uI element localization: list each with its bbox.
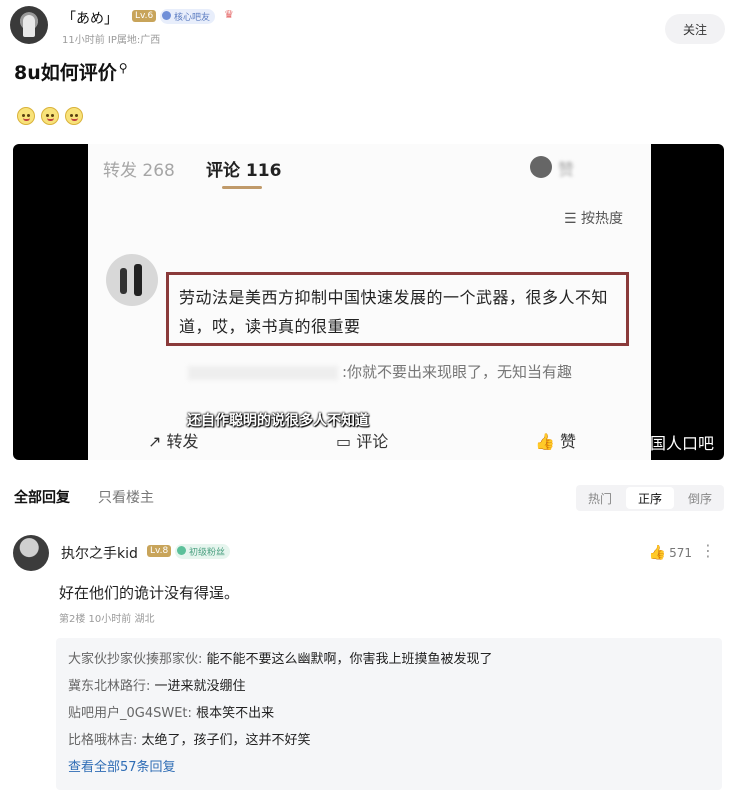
emoji-row [17, 107, 83, 125]
sub-replies[interactable]: 大家伙抄家伙揍那家伙: 能不能不要这么幽默啊，你害我上班摸鱼被发现了 冀东北林路… [56, 638, 722, 790]
blurred-username: 赞 [558, 160, 575, 179]
post-meta: 11小时前 IP属地:广西 [62, 35, 161, 46]
sub-reply: 比格哦林吉: 太绝了，孩子们，这并不好笑 [68, 733, 311, 748]
highlighted-comment: 劳动法是美西方抑制中国快速发展的一个武器，很多人不知道，哎，读书真的很重要 [166, 272, 629, 346]
level-badge: Lv.6 [132, 10, 157, 22]
badge-icon [162, 11, 171, 20]
comment-action: ▭ 评论 [336, 432, 389, 451]
video-frame: 转发 268 评论 116 赞 ☰ 按热度 劳动法是美西方抑制中国快速发展的一个… [88, 144, 651, 460]
video-subtitle: 还自作聪明的说很多人不知道 [187, 413, 369, 429]
floor-meta: 第2楼 10小时前 湖北 [59, 614, 155, 625]
crown-icon: ♛ [224, 8, 234, 21]
sort-hot-tab[interactable]: 热门 [576, 485, 624, 511]
tab-indicator [222, 186, 262, 189]
search-icon[interactable]: ⚲ [119, 61, 128, 75]
like-action: 👍 赞 [535, 432, 577, 451]
all-replies-tab[interactable]: 全部回复 [14, 487, 70, 507]
floor-author-name[interactable]: 执尔之手kid [61, 543, 138, 563]
sort-tabs: 热门 正序 倒序 [576, 485, 724, 511]
sub-reply: 贴吧用户_0G4SWEt: 根本笑不出来 [68, 706, 275, 721]
watermark: 国人口吧 [649, 434, 714, 453]
video-player[interactable]: 转发 268 评论 116 赞 ☰ 按热度 劳动法是美西方抑制中国快速发展的一个… [13, 144, 724, 460]
tab-forward: 转发 268 [103, 161, 175, 181]
commenter-avatar [106, 254, 158, 306]
sort-icon: ☰ [564, 211, 582, 227]
badge-icon [177, 546, 186, 555]
author-name[interactable]: 「あめ」 [62, 8, 118, 28]
author-avatar[interactable] [10, 6, 48, 44]
mini-avatar [530, 156, 552, 178]
sort-desc-tab[interactable]: 倒序 [676, 485, 724, 511]
laugh-emoji-icon [65, 107, 83, 125]
fan-badge: 初级粉丝 [175, 544, 231, 559]
sort-asc-tab[interactable]: 正序 [626, 487, 674, 509]
more-options-icon[interactable]: ⋮ [700, 541, 716, 560]
op-only-tab[interactable]: 只看楼主 [98, 487, 154, 507]
laugh-emoji-icon [17, 107, 35, 125]
comment-icon: ▭ [336, 432, 357, 451]
floor-level-badge: Lv.8 [147, 545, 172, 557]
sub-reply: 大家伙抄家伙揍那家伙: 能不能不要这么幽默啊，你害我上班摸鱼被发现了 [68, 652, 493, 667]
floor-author-avatar[interactable] [13, 535, 49, 571]
sort-by-hot: ☰ 按热度 [564, 211, 624, 227]
sub-reply: 冀东北林路行: 一进来就没绷住 [68, 679, 246, 694]
floor-like-button[interactable]: 👍 571 [649, 545, 692, 561]
floor-text: 好在他们的诡计没有得逞。 [59, 584, 240, 602]
replies-bar: 全部回复 只看楼主 热门 正序 倒序 [14, 485, 724, 511]
thumb-up-icon: 👍 [648, 545, 667, 561]
view-all-replies-link[interactable]: 查看全部57条回复 [68, 754, 710, 781]
follow-button[interactable]: 关注 [665, 14, 725, 44]
share-icon: ↗ [148, 432, 167, 451]
core-member-badge: 核心吧友 [160, 9, 216, 24]
laugh-emoji-icon [41, 107, 59, 125]
post-header: 「あめ」 Lv.6 核心吧友 ♛ 11小时前 IP属地:广西 关注 [10, 6, 727, 50]
forward-action: ↗ 转发 [148, 432, 199, 451]
tab-comment: 评论 116 [206, 161, 282, 181]
post-title: 8u如何评价 ⚲ [14, 60, 128, 84]
thumb-up-icon: 👍 [535, 432, 561, 451]
reply-comment: :你就不要出来现眼了，无知当有趣 [188, 358, 628, 386]
